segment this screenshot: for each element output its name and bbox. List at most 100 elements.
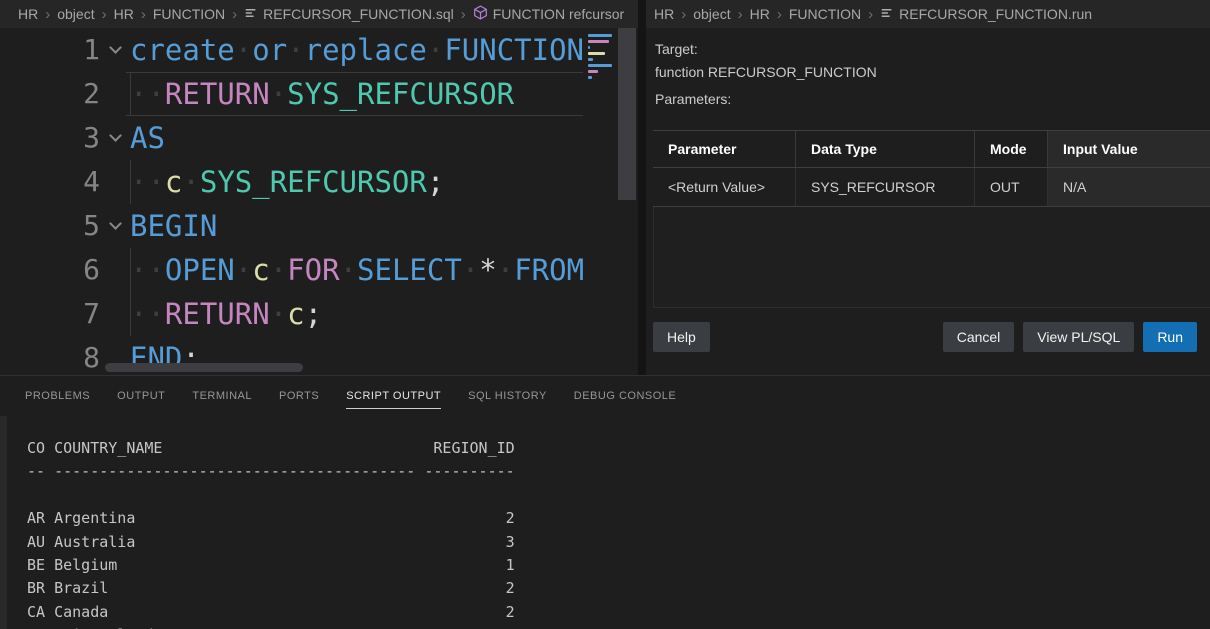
breadcrumb-separator: › — [102, 7, 107, 22]
line-number: 3 — [0, 116, 100, 160]
tab-sql-history[interactable]: SQL HISTORY — [468, 376, 547, 416]
breadcrumb-file-label: REFCURSOR_FUNCTION.run — [899, 6, 1092, 22]
parameters-table-empty-area — [653, 207, 1210, 308]
code-text: ··RETURN·c; — [130, 292, 322, 336]
code-editor[interactable]: 1create·or·replace·FUNCTION2 ··RETURN·SYS… — [0, 28, 638, 375]
run-button[interactable]: Run — [1143, 322, 1197, 352]
minimap-line — [588, 58, 593, 61]
vertical-scrollbar-thumb[interactable] — [618, 28, 636, 200]
code-line: 2 ··RETURN·SYS_REFCURSOR — [0, 72, 638, 116]
code-text: BEGIN — [130, 204, 217, 248]
breadcrumb-separator: › — [232, 7, 237, 22]
code-text: ··OPEN·c·FOR·SELECT·*·FROM — [130, 248, 584, 292]
tab-script-output[interactable]: SCRIPT OUTPUT — [346, 376, 441, 416]
script-output: CO COUNTRY_NAME REGION_ID -- -----------… — [0, 416, 1210, 629]
code-line: 6··OPEN·c·FOR·SELECT·*·FROM — [0, 248, 638, 292]
code-text: ··c·SYS_REFCURSOR; — [130, 160, 444, 204]
editor-vertical-scrollbar[interactable] — [616, 28, 638, 375]
panel-left-strip — [0, 416, 7, 629]
minimap-line — [588, 52, 605, 55]
breadcrumb-item[interactable]: object — [693, 6, 730, 22]
code-line: 7··RETURN·c; — [0, 292, 638, 336]
parameters-table-header: ParameterData TypeModeInput Value — [653, 130, 1210, 168]
breadcrumb-item[interactable]: HR — [18, 6, 38, 22]
code-line: 5BEGIN — [0, 204, 638, 248]
code-line: 4 ··c·SYS_REFCURSOR; — [0, 160, 638, 204]
minimap-line — [588, 34, 612, 37]
panel-tab-bar: PROBLEMS OUTPUT TERMINAL PORTS SCRIPT OUTPUT… — [0, 376, 1210, 416]
parameters-table-body: <Return Value>SYS_REFCURSOROUTN/A — [653, 168, 1210, 207]
minimap-line — [588, 64, 612, 67]
param-table-row[interactable]: <Return Value>SYS_REFCURSOROUTN/A — [653, 168, 1210, 207]
file-lines-icon — [244, 6, 258, 23]
breadcrumb-run: HR›object›HR›FUNCTION›REFCURSOR_FUNCTION… — [646, 0, 1210, 28]
breadcrumb-file-item[interactable]: REFCURSOR_FUNCTION.run — [880, 6, 1092, 23]
breadcrumb-separator: › — [141, 7, 146, 22]
minimap[interactable] — [586, 28, 616, 375]
chevron-down-icon — [109, 129, 122, 142]
param-table-cell: <Return Value> — [653, 168, 796, 206]
help-button[interactable]: Help — [653, 322, 710, 352]
run-function-pane: HR›object›HR›FUNCTION›REFCURSOR_FUNCTION… — [646, 0, 1210, 375]
tab-terminal[interactable]: TERMINAL — [192, 376, 252, 416]
panel-content: CO COUNTRY_NAME REGION_ID -- -----------… — [0, 416, 1210, 629]
breadcrumb-item[interactable]: FUNCTION — [153, 6, 225, 22]
view-plsql-button[interactable]: View PL/SQL — [1023, 322, 1134, 352]
breadcrumb-item[interactable]: HR — [114, 6, 134, 22]
line-number: 8 — [0, 336, 100, 375]
breadcrumb-separator: › — [738, 7, 743, 22]
editor-pane: HR › object › HR › FUNCTION › REFCURSOR_FUNCTION… — [0, 0, 638, 375]
code-lines: 1create·or·replace·FUNCTION2 ··RETURN·SYS… — [0, 28, 638, 375]
breadcrumb-symbol-label: FUNCTION refcursor — [493, 6, 624, 22]
chevron-down-icon — [109, 217, 122, 230]
editor-split: HR › object › HR › FUNCTION › REFCURSOR_FUNCTION… — [0, 0, 1210, 375]
tab-ports[interactable]: PORTS — [279, 376, 319, 416]
param-table-header-parameter: Parameter — [653, 131, 796, 167]
code-text: create·or·replace·FUNCTION — [130, 28, 584, 72]
breadcrumb-editor: HR › object › HR › FUNCTION › REFCURSOR_FUNCTION… — [0, 0, 638, 28]
code-line: 8END; — [0, 336, 638, 375]
cancel-button[interactable]: Cancel — [943, 322, 1015, 352]
breadcrumb-separator: › — [868, 7, 873, 22]
fold-chevron-icon[interactable] — [100, 28, 130, 72]
minimap-line — [588, 40, 609, 43]
code-text: ··RETURN·SYS_REFCURSOR — [130, 72, 514, 116]
fold-chevron-icon[interactable] — [100, 116, 130, 160]
editor-horizontal-scrollbar[interactable] — [105, 363, 303, 372]
minimap-line — [588, 46, 590, 49]
tab-output[interactable]: OUTPUT — [117, 376, 165, 416]
run-dialog: Target: function REFCURSOR_FUNCTION Para… — [646, 28, 1210, 375]
parameters-label: Parameters: — [655, 91, 1210, 107]
breadcrumb-separator: › — [681, 7, 686, 22]
fold-spacer — [100, 160, 130, 204]
breadcrumb-item[interactable]: HR — [654, 6, 674, 22]
tab-problems[interactable]: PROBLEMS — [25, 376, 90, 416]
breadcrumb-file-item[interactable]: REFCURSOR_FUNCTION.sql — [244, 6, 454, 23]
breadcrumb-item[interactable]: object — [57, 6, 94, 22]
fold-chevron-icon[interactable] — [100, 204, 130, 248]
param-table-cell: N/A — [1048, 168, 1210, 206]
fold-spacer — [100, 248, 130, 292]
dialog-button-row: Help Cancel View PL/SQL Run — [653, 322, 1197, 352]
tab-debug-console[interactable]: DEBUG CONSOLE — [574, 376, 676, 416]
vscode-window: HR › object › HR › FUNCTION › REFCURSOR_FUNCTION… — [0, 0, 1210, 629]
code-line: 3 AS — [0, 116, 638, 160]
breadcrumb-separator: › — [45, 7, 50, 22]
breadcrumb-item[interactable]: HR — [750, 6, 770, 22]
breadcrumb-item[interactable]: FUNCTION — [789, 6, 861, 22]
minimap-line — [588, 76, 592, 79]
pane-divider[interactable] — [638, 0, 646, 375]
code-text: AS — [130, 116, 165, 160]
target-value: function REFCURSOR_FUNCTION — [655, 64, 1210, 80]
param-table-header-data-type: Data Type — [796, 131, 975, 167]
breadcrumb-symbol-item[interactable]: FUNCTION refcursor — [473, 5, 624, 23]
code-line: 1create·or·replace·FUNCTION — [0, 28, 638, 72]
param-table-cell: OUT — [975, 168, 1048, 206]
breadcrumb-file-label: REFCURSOR_FUNCTION.sql — [263, 6, 454, 22]
line-number: 2 — [0, 72, 100, 116]
target-label: Target: — [655, 41, 1210, 57]
symbol-cube-icon — [473, 5, 488, 23]
param-table-header-mode: Mode — [975, 131, 1048, 167]
param-table-header-input-value: Input Value — [1048, 131, 1210, 167]
line-number: 4 — [0, 160, 100, 204]
